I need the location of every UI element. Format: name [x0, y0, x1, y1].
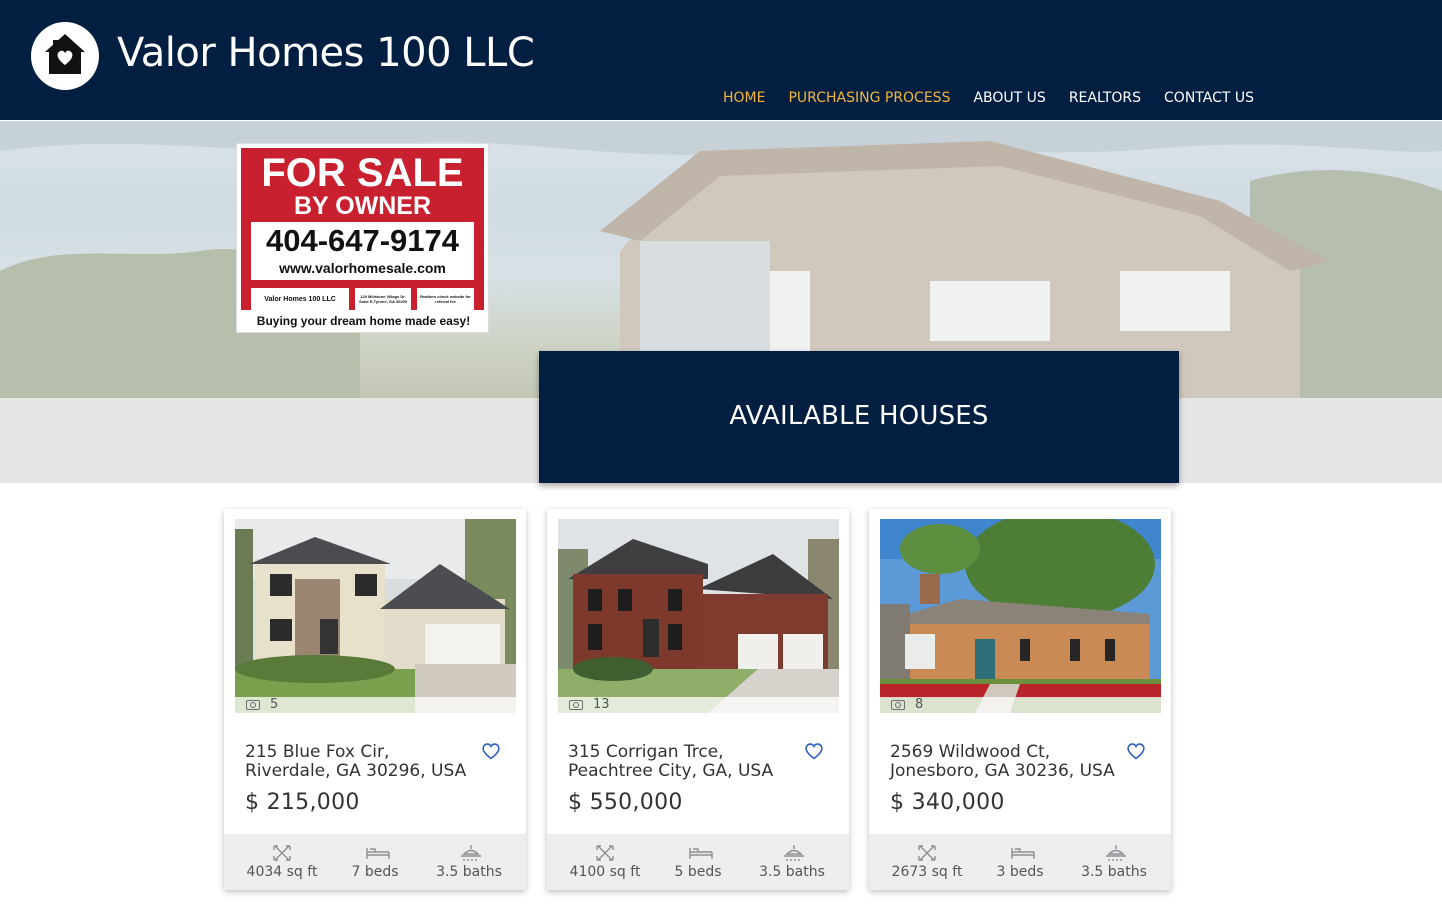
site-title[interactable]: Valor Homes 100 LLC — [117, 30, 535, 76]
photo-count: 8 — [915, 697, 924, 712]
stat-beds: 3 beds — [970, 834, 1070, 890]
photo-count: 5 — [270, 697, 279, 712]
sign-red-panel: FOR SALE BY OWNER 404-647-9174 www.valor… — [241, 148, 484, 310]
shower-icon — [461, 845, 481, 861]
photo-count-bar: 13 — [558, 697, 839, 713]
main-nav: HOME PURCHASING PROCESS ABOUT US REALTOR… — [723, 90, 1277, 106]
sign-tagline: Buying your dream home made easy! — [256, 314, 471, 328]
nav-contact-us[interactable]: CONTACT US — [1164, 90, 1254, 106]
sign-by-owner-text: BY OWNER — [293, 192, 432, 220]
sign-company: Valor Homes 100 LLC — [251, 288, 349, 310]
area-icon — [273, 845, 291, 861]
listing-card[interactable]: 13 315 Corrigan Trce, Peachtree City, GA… — [547, 509, 849, 890]
sign-website: www.valorhomesale.com — [279, 260, 446, 276]
area-icon — [918, 845, 936, 861]
bed-icon — [366, 848, 390, 859]
photo-count-bar: 8 — [880, 697, 1161, 713]
camera-icon — [891, 700, 905, 710]
listing-photo[interactable]: 13 — [558, 519, 839, 713]
listing-card[interactable]: 5 215 Blue Fox Cir, Riverdale, GA 30296,… — [224, 509, 526, 890]
shower-icon — [784, 845, 804, 861]
beds-label: 7 beds — [351, 864, 399, 880]
site-header: Valor Homes 100 LLC HOME PURCHASING PROC… — [0, 0, 1442, 120]
for-sale-sign-image: FOR SALE BY OWNER 404-647-9174 www.valor… — [236, 143, 489, 333]
listing-stats: 2673 sq ft 3 beds 3.5 baths — [869, 834, 1171, 890]
sqft-label: 4034 sq ft — [246, 864, 318, 880]
camera-icon — [569, 700, 583, 710]
stat-sqft: 4100 sq ft — [555, 834, 655, 890]
beds-label: 3 beds — [996, 864, 1044, 880]
listing-stats: 4034 sq ft 7 beds 3.5 baths — [224, 834, 526, 890]
favorite-heart-icon[interactable] — [481, 742, 501, 760]
nav-about-us[interactable]: ABOUT US — [973, 90, 1045, 106]
listing-address[interactable]: 215 Blue Fox Cir, Riverdale, GA 30296, U… — [245, 743, 480, 781]
sign-phone: 404-647-9174 — [265, 223, 460, 258]
listing-stats: 4100 sq ft 5 beds 3.5 baths — [547, 834, 849, 890]
listing-price: $ 550,000 — [568, 790, 683, 815]
sign-for-sale-text: FOR SALE — [261, 151, 464, 195]
house-heart-icon[interactable] — [31, 22, 99, 90]
favorite-heart-icon[interactable] — [1126, 742, 1146, 760]
area-icon — [596, 845, 614, 861]
available-houses-banner: AVAILABLE HOUSES — [539, 351, 1179, 483]
baths-label: 3.5 baths — [1081, 864, 1147, 880]
stat-beds: 7 beds — [325, 834, 425, 890]
bed-icon — [1011, 848, 1035, 859]
stat-sqft: 2673 sq ft — [877, 834, 977, 890]
stat-baths: 3.5 baths — [419, 834, 519, 890]
nav-home[interactable]: HOME — [723, 90, 765, 106]
sign-realtor-note: Realtors check website for referral fee — [417, 288, 474, 310]
sqft-label: 4100 sq ft — [569, 864, 641, 880]
listing-address[interactable]: 2569 Wildwood Ct, Jonesboro, GA 30236, U… — [890, 743, 1125, 781]
sqft-label: 2673 sq ft — [891, 864, 963, 880]
beds-label: 5 beds — [674, 864, 722, 880]
stat-beds: 5 beds — [648, 834, 748, 890]
camera-icon — [246, 700, 260, 710]
listing-address[interactable]: 315 Corrigan Trce, Peachtree City, GA, U… — [568, 743, 803, 781]
listing-price: $ 215,000 — [245, 790, 360, 815]
photo-count-bar: 5 — [235, 697, 516, 713]
favorite-heart-icon[interactable] — [804, 742, 824, 760]
section-title: AVAILABLE HOUSES — [729, 401, 989, 431]
bed-icon — [689, 848, 713, 859]
listing-card[interactable]: 8 2569 Wildwood Ct, Jonesboro, GA 30236,… — [869, 509, 1171, 890]
stat-baths: 3.5 baths — [1064, 834, 1164, 890]
listing-price: $ 340,000 — [890, 790, 1005, 815]
baths-label: 3.5 baths — [759, 864, 825, 880]
nav-realtors[interactable]: REALTORS — [1069, 90, 1141, 106]
nav-purchasing-process[interactable]: PURCHASING PROCESS — [788, 90, 950, 106]
stat-sqft: 4034 sq ft — [232, 834, 332, 890]
shower-icon — [1106, 845, 1126, 861]
photo-count: 13 — [593, 697, 610, 712]
listing-photo[interactable]: 5 — [235, 519, 516, 713]
sign-address: 120 Millstone Village Dr. Suite E,Tyrone… — [355, 288, 411, 310]
stat-baths: 3.5 baths — [742, 834, 842, 890]
baths-label: 3.5 baths — [436, 864, 502, 880]
sign-contact-panel: 404-647-9174 www.valorhomesale.com — [251, 222, 474, 280]
listing-photo[interactable]: 8 — [880, 519, 1161, 713]
